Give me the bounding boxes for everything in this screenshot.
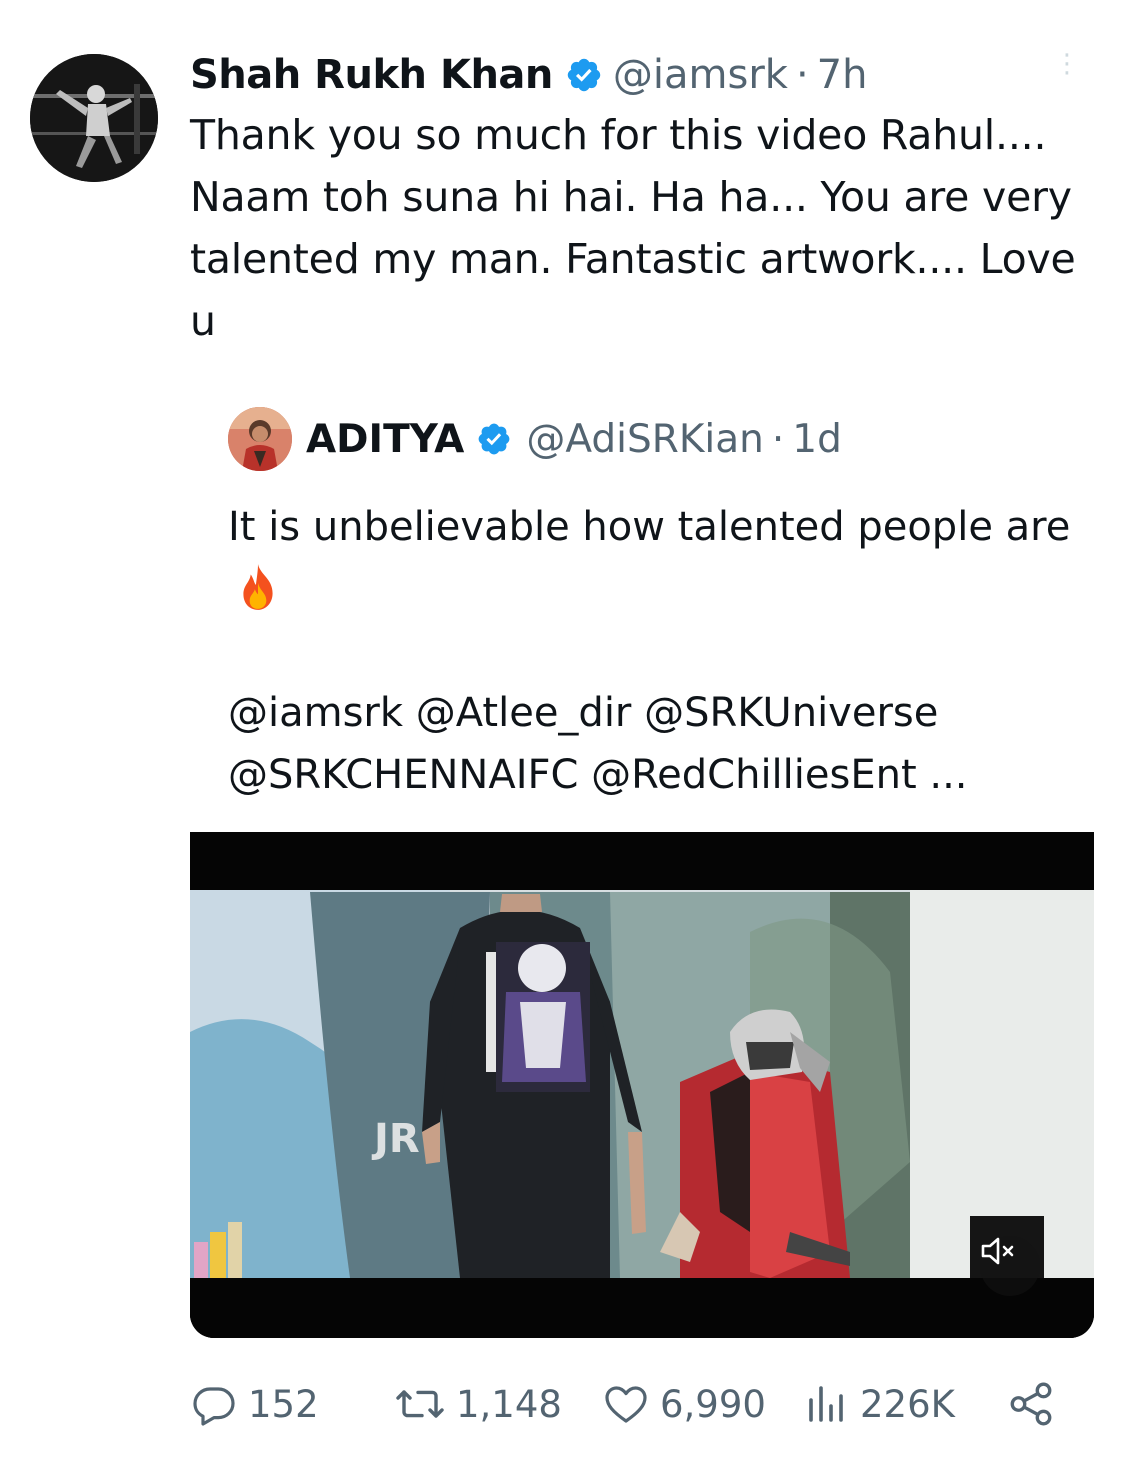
share-button[interactable] <box>1006 1372 1066 1436</box>
quoted-tweet-header[interactable]: ADITYA @AdiSRKian · 1d <box>228 406 842 472</box>
fire-emoji-icon <box>243 564 273 610</box>
quoted-author-handle: @AdiSRKian <box>526 416 764 462</box>
quoted-text-line: It is unbelievable how talented people a… <box>228 496 1088 620</box>
svg-text:JR: JR <box>371 1116 420 1162</box>
video-frame: JR <box>190 832 1094 1338</box>
views-button[interactable]: 226K <box>804 1372 955 1436</box>
more-options-icon[interactable]: ⋮ <box>1054 51 1080 77</box>
verified-badge-icon <box>479 423 510 455</box>
quoted-mentions: @iamsrk @Atlee_dir @SRKUniverse @SRKCHEN… <box>228 690 968 798</box>
separator-dot: · <box>795 52 809 98</box>
tweet[interactable]: Shah Rukh Khan @iamsrk · 7h ⋮ Thank you … <box>0 0 1126 1475</box>
reply-count: 152 <box>248 1382 319 1426</box>
tweet-text: Thank you so much for this video Rahul..… <box>190 111 1076 345</box>
views-chart-icon <box>809 1386 843 1422</box>
like-count: 6,990 <box>660 1382 766 1426</box>
quoted-tweet-time: 1d <box>792 416 842 462</box>
muted-speaker-icon <box>981 1237 1014 1265</box>
quoted-tweet-text: It is unbelievable how talented people a… <box>228 496 1088 806</box>
heart-icon <box>605 1386 647 1423</box>
mute-toggle-button[interactable] <box>980 1236 1040 1296</box>
reply-button[interactable]: 152 <box>190 1372 319 1436</box>
tweet-header: Shah Rukh Khan @iamsrk · 7h <box>190 50 867 100</box>
author-avatar[interactable] <box>30 54 158 182</box>
tweet-actions: 152 1,148 6,990 226K <box>190 1372 1060 1436</box>
quoted-text-body: It is unbelievable how talented people a… <box>228 504 1071 550</box>
retweet-icon <box>396 1390 444 1418</box>
share-icon <box>1010 1382 1052 1426</box>
quoted-author-name: ADITYA <box>306 416 465 462</box>
reply-icon <box>193 1387 235 1426</box>
retweet-count: 1,148 <box>456 1382 562 1426</box>
video-media[interactable]: JR <box>190 832 1094 1338</box>
verified-badge-icon <box>567 58 601 92</box>
author-name[interactable]: Shah Rukh Khan <box>190 52 553 98</box>
retweet-button[interactable]: 1,148 <box>394 1372 562 1436</box>
tweet-time[interactable]: 7h <box>817 52 868 98</box>
separator-dot: · <box>771 416 785 462</box>
author-handle[interactable]: @iamsrk <box>613 52 788 98</box>
like-button[interactable]: 6,990 <box>602 1372 766 1436</box>
views-count: 226K <box>860 1382 955 1426</box>
quoted-author-avatar <box>228 407 292 471</box>
